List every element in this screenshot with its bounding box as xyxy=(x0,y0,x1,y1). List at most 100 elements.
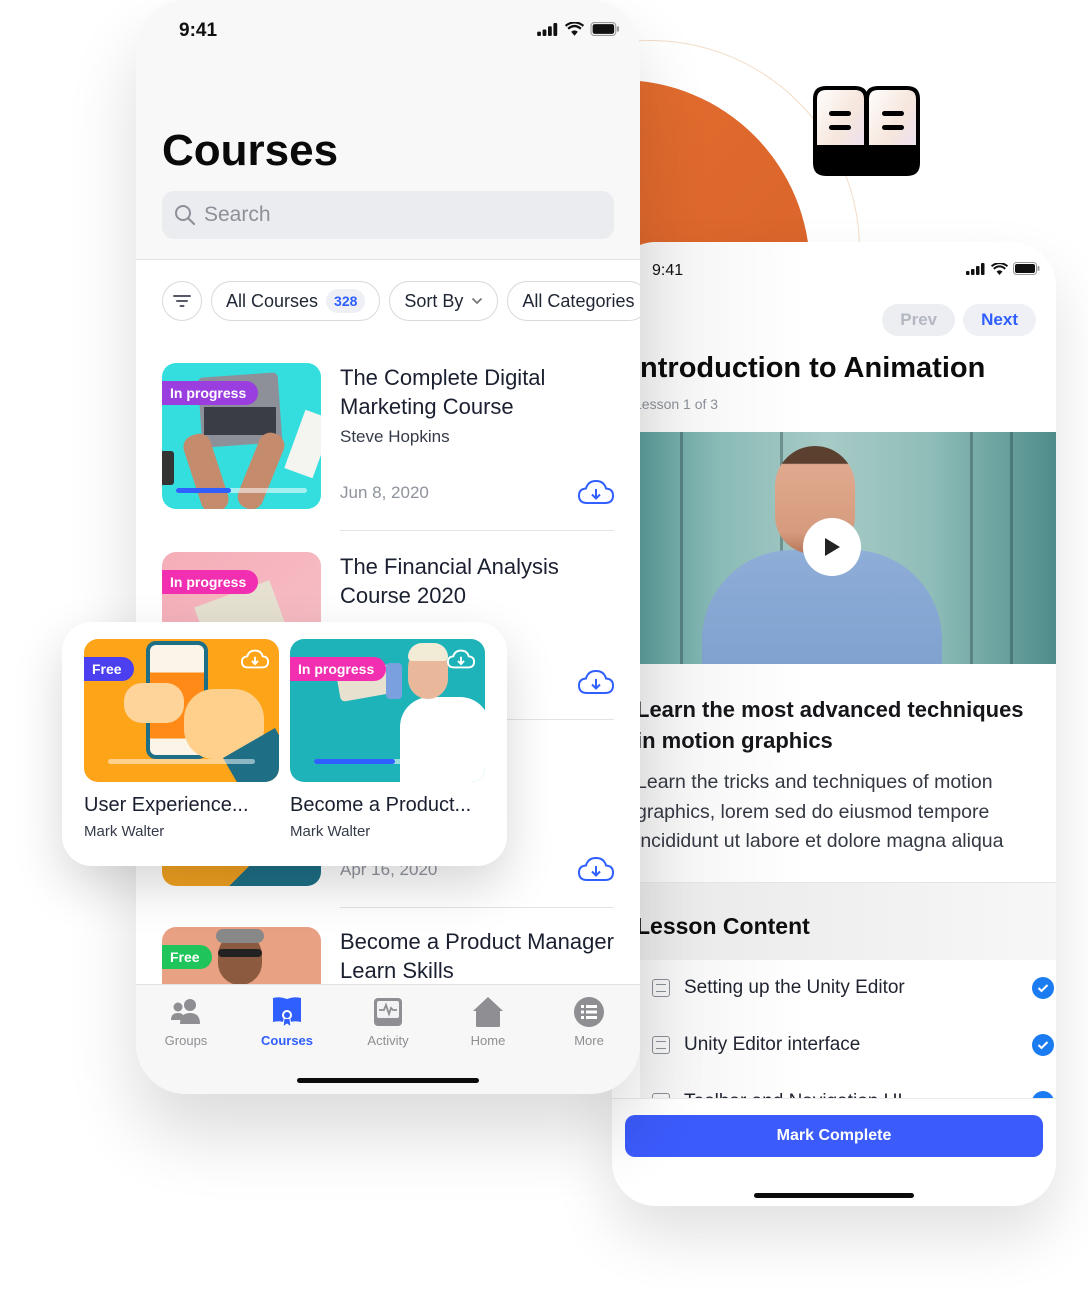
wifi-icon xyxy=(991,262,1008,275)
lesson-item-label: Setting up the Unity Editor xyxy=(684,977,905,998)
tab-courses[interactable]: Courses xyxy=(242,995,332,1048)
status-icons xyxy=(966,262,1040,275)
status-badge: In progress xyxy=(162,570,259,594)
filter-button[interactable] xyxy=(162,281,202,321)
featured-course-item[interactable]: Free User Experience... Mark Walter xyxy=(84,639,279,840)
search-input[interactable] xyxy=(204,203,584,227)
tab-bar: Groups Courses Activity Home More xyxy=(136,984,640,1094)
mark-complete-button[interactable]: Mark Complete xyxy=(625,1115,1043,1157)
tab-label: Activity xyxy=(367,1033,409,1048)
download-icon[interactable] xyxy=(578,669,614,695)
tab-label: More xyxy=(574,1033,604,1048)
filter-bar: All Courses 328 Sort By All Categories xyxy=(162,281,640,321)
featured-course-item[interactable]: In progress Become a Product... Mark Wal… xyxy=(290,639,485,840)
tab-more[interactable]: More xyxy=(544,995,634,1048)
course-thumbnail: In progress xyxy=(162,363,321,509)
checkmark-icon xyxy=(1032,977,1054,999)
description-body: Learn the tricks and techniques of motio… xyxy=(640,771,1004,852)
lesson-footer: Mark Complete xyxy=(612,1098,1056,1206)
status-icons xyxy=(537,22,620,36)
course-thumbnail: In progress xyxy=(290,639,485,782)
tab-label: Groups xyxy=(164,1033,208,1048)
course-progress-bar xyxy=(108,759,255,764)
tab-label: Courses xyxy=(260,1033,314,1048)
status-badge: In progress xyxy=(162,381,259,405)
search-icon xyxy=(175,205,196,226)
course-count-badge: 328 xyxy=(326,289,366,313)
wifi-icon xyxy=(565,22,584,36)
signal-icon xyxy=(966,262,985,275)
download-icon[interactable] xyxy=(241,649,269,669)
lesson-video[interactable] xyxy=(640,432,1056,664)
home-indicator xyxy=(754,1193,914,1198)
chip-label: All Courses xyxy=(226,290,319,311)
status-badge: In progress xyxy=(290,657,387,681)
sort-by-dropdown[interactable]: Sort By xyxy=(389,281,499,321)
course-progress-bar xyxy=(314,759,461,764)
tab-home[interactable]: Home xyxy=(443,995,533,1048)
play-icon xyxy=(825,538,840,556)
course-title: User Experience... xyxy=(84,794,249,816)
lesson-subtitle: Lesson 1 of 3 xyxy=(640,396,719,412)
tab-activity[interactable]: Activity xyxy=(343,995,433,1048)
document-icon xyxy=(652,1036,670,1054)
search-bar[interactable] xyxy=(162,191,614,239)
featured-courses-card: Free User Experience... Mark Walter In p… xyxy=(62,622,507,866)
course-title: The Complete Digital Marketing Course xyxy=(340,365,546,419)
course-thumbnail: Free xyxy=(162,927,321,984)
description-title: Learn the most advanced techniques in mo… xyxy=(640,697,1024,753)
course-author: Mark Walter xyxy=(290,823,371,840)
all-categories-chip[interactable]: All Categories xyxy=(507,281,640,321)
signal-icon xyxy=(537,22,558,36)
more-icon xyxy=(574,997,604,1027)
download-icon[interactable] xyxy=(447,649,475,669)
checkmark-icon xyxy=(1032,1034,1054,1056)
lesson-content: 9:41 Prev Next Introduction to Animation… xyxy=(640,242,1056,1098)
prev-button[interactable]: Prev xyxy=(882,304,956,336)
courses-phone: 9:41 Courses All Courses 328 Sort By All… xyxy=(136,0,640,1094)
lesson-content-header: Lesson Content xyxy=(640,882,1056,960)
course-progress-bar xyxy=(176,488,307,493)
courses-icon xyxy=(273,997,301,1028)
course-title: Become a Product Manager Learn Skills xyxy=(340,929,614,983)
tab-label: Home xyxy=(470,1033,506,1048)
battery-icon xyxy=(590,22,619,36)
lesson-item[interactable]: Toolbar and Navigation UI xyxy=(640,1074,1056,1098)
play-button[interactable] xyxy=(803,518,861,576)
lesson-item-label: Toolbar and Navigation UI xyxy=(684,1091,1032,1098)
page-title: Courses xyxy=(162,126,339,175)
groups-icon xyxy=(171,999,200,1024)
course-date: Jun 8, 2020 xyxy=(340,483,429,502)
lesson-title: Introduction to Animation xyxy=(640,352,986,384)
battery-icon xyxy=(1013,262,1040,275)
course-title: The Financial Analysis Course 2020 xyxy=(340,554,559,608)
course-author: Mark Walter xyxy=(84,823,165,840)
home-indicator xyxy=(297,1078,479,1083)
next-button[interactable]: Next xyxy=(963,304,1036,336)
home-icon xyxy=(473,997,503,1027)
lesson-item-label: Unity Editor interface xyxy=(684,1034,861,1055)
chevron-down-icon xyxy=(472,297,483,305)
checkmark-icon xyxy=(1032,1091,1054,1098)
all-courses-chip[interactable]: All Courses 328 xyxy=(211,281,381,321)
status-badge: Free xyxy=(84,657,134,681)
lesson-item[interactable]: Setting up the Unity Editor xyxy=(640,960,1056,1016)
course-author: Steve Hopkins xyxy=(340,427,450,446)
chip-label: All Categories xyxy=(522,290,635,311)
download-icon[interactable] xyxy=(578,479,614,505)
filter-icon xyxy=(173,295,191,307)
download-icon[interactable] xyxy=(578,856,614,882)
status-badge: Free xyxy=(162,945,212,969)
chip-label: Sort By xyxy=(404,290,464,311)
status-time: 9:41 xyxy=(652,262,684,279)
open-book-icon xyxy=(813,86,920,176)
course-item[interactable]: Free Become a Product Manager Learn Skil… xyxy=(162,927,614,984)
lesson-content-title: Lesson Content xyxy=(640,913,810,939)
lesson-item[interactable]: Unity Editor interface xyxy=(640,1017,1056,1073)
lesson-phone: 9:41 Prev Next Introduction to Animation… xyxy=(612,242,1056,1206)
course-title: Become a Product... xyxy=(290,794,472,816)
course-item[interactable]: In progress The Complete Digital Marketi… xyxy=(162,363,614,531)
status-time: 9:41 xyxy=(179,20,218,41)
course-thumbnail: Free xyxy=(84,639,279,782)
tab-groups[interactable]: Groups xyxy=(141,995,231,1048)
